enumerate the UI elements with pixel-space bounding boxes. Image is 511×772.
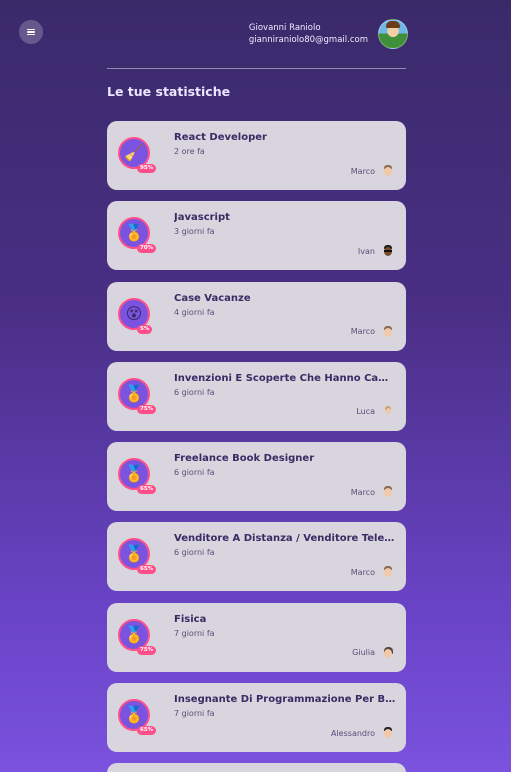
card-user-name: Marco: [350, 487, 375, 497]
percent-badge: 70%: [137, 244, 157, 254]
card-title: Fisica: [174, 613, 207, 625]
section-title: Le tue statistiche: [107, 84, 231, 99]
stat-card[interactable]: 🏅 75% Fisica 7 giorni fa Giulia: [107, 602, 406, 672]
card-user: Giulia: [352, 645, 395, 660]
hamburger-icon: [27, 28, 35, 36]
stat-card[interactable]: 🏅 70% Javascript 3 giorni fa Ivan: [107, 201, 406, 271]
user-info: Giovanni Raniolo gianniraniolo80@gmail.c…: [249, 22, 368, 46]
user-avatar-icon: [381, 645, 395, 660]
card-time: 4 giorni fa: [174, 307, 215, 317]
percent-badge: 5%: [137, 324, 153, 334]
card-user: Marco: [350, 485, 395, 500]
card-time: 6 giorni fa: [174, 468, 215, 478]
card-title: Invenzioni E Scoperte Che Hanno Cambia..…: [174, 372, 396, 384]
card-time: 7 giorni fa: [174, 709, 215, 719]
user-email: gianniraniolo80@gmail.com: [248, 35, 368, 45]
card-time: 6 giorni fa: [174, 387, 215, 397]
card-time: 3 giorni fa: [174, 227, 215, 237]
card-user-name: Marco: [350, 166, 375, 176]
user-avatar-icon: [381, 565, 395, 580]
card-user: Luca: [356, 404, 395, 419]
card-title: Javascript: [174, 212, 230, 224]
user-avatar-icon: [381, 404, 395, 419]
percent-badge: 75%: [137, 645, 157, 655]
card-user-name: Giulia: [352, 648, 375, 658]
card-user-name: Alessandro: [330, 728, 375, 738]
card-user-name: Ivan: [357, 246, 375, 256]
divider: [107, 68, 406, 69]
card-user: Alessandro: [330, 726, 395, 741]
card-time: 2 ore fa: [174, 147, 205, 156]
stat-card[interactable]: 🏅 75% Invenzioni E Scoperte Che Hanno Ca…: [107, 361, 406, 431]
card-title: Freelance Book Designer: [174, 453, 315, 465]
card-user-name: Marco: [350, 327, 375, 337]
percent-badge: 75%: [137, 404, 157, 414]
menu-button[interactable]: [19, 20, 43, 44]
card-user: Ivan: [357, 244, 395, 259]
stat-card[interactable]: 🏅 65% Venditore A Distanza / Venditore T…: [107, 522, 406, 592]
stat-card[interactable]: 🏅 65% Insegnante Di Programmazione Per B…: [107, 683, 406, 753]
card-title: React Developer: [174, 132, 267, 143]
user-avatar-icon: [381, 164, 395, 178]
percent-badge: 95%: [137, 164, 157, 173]
stats-list: 🧹 95% React Developer 2 ore fa Marco 🏅 7…: [107, 121, 406, 772]
percent-badge: 65%: [137, 565, 157, 575]
user-avatar-icon: [381, 244, 395, 259]
user-avatar-icon: [381, 485, 395, 500]
card-user: Marco: [351, 164, 395, 178]
card-user-name: Luca: [356, 407, 375, 417]
card-title: Insegnante Di Programmazione Per Bambi..…: [174, 694, 396, 706]
card-user-name: Marco: [350, 567, 375, 577]
percent-badge: 65%: [137, 726, 157, 736]
user-avatar-icon: [381, 726, 395, 741]
stat-card-partial[interactable]: [107, 763, 406, 772]
card-time: 6 giorni fa: [174, 548, 215, 558]
card-user: Marco: [350, 324, 395, 339]
card-title: Venditore A Distanza / Venditore Telefon…: [174, 533, 396, 545]
user-name: Giovanni Raniolo: [248, 23, 321, 33]
card-time: 7 giorni fa: [174, 628, 215, 638]
percent-badge: 65%: [137, 485, 157, 495]
stat-card[interactable]: 🧹 95% React Developer 2 ore fa Marco: [107, 121, 406, 190]
card-title: Case Vacanze: [174, 292, 251, 304]
stat-card[interactable]: 😵 5% Case Vacanze 4 giorni fa Marco: [107, 281, 406, 351]
stat-card[interactable]: 🏅 65% Freelance Book Designer 6 giorni f…: [107, 442, 406, 512]
card-user: Marco: [350, 565, 395, 580]
user-avatar[interactable]: [378, 19, 408, 49]
user-avatar-icon: [381, 324, 395, 339]
